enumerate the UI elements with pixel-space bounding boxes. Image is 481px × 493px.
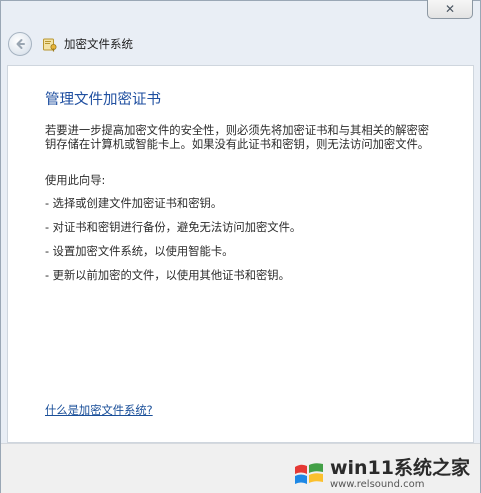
watermark-url: www.relsound.com	[329, 478, 425, 490]
description-text: 若要进一步提高加密文件的安全性，则必须先将加密证书和与其相关的解密密钥存储在计算…	[45, 124, 430, 151]
close-icon: ✕	[444, 1, 456, 16]
help-link[interactable]: 什么是加密文件系统?	[45, 402, 153, 418]
window-title: 加密文件系统	[64, 37, 133, 51]
navigation-bar: 加密文件系统	[8, 31, 133, 57]
watermark-title: win11系统之家	[329, 456, 470, 479]
certificate-key-icon	[42, 36, 58, 52]
list-item: - 设置加密文件系统，以使用智能卡。	[45, 245, 234, 258]
close-button[interactable]: ✕	[427, 0, 473, 19]
arrow-left-icon	[16, 39, 25, 49]
wizard-window: ✕ 加密文件系统 管理文件加密证书 若要进一步提高加密文件的安全性，则必须先将加…	[0, 0, 481, 493]
list-item: - 对证书和密钥进行备份，避免无法访问加密文件。	[45, 221, 302, 234]
page-title: 管理文件加密证书	[45, 92, 161, 108]
watermark: win11系统之家 www.relsound.com	[292, 457, 470, 491]
list-item: - 更新以前加密的文件，以使用其他证书和密钥。	[45, 269, 290, 282]
windows-logo-icon	[294, 463, 323, 484]
content-panel: 管理文件加密证书 若要进一步提高加密文件的安全性，则必须先将加密证书和与其相关的…	[7, 65, 474, 443]
guide-label: 使用此向导:	[45, 174, 106, 187]
list-item: - 选择或创建文件加密证书和密钥。	[45, 197, 223, 210]
back-button[interactable]	[8, 32, 32, 56]
footer-bar: win11系统之家 www.relsound.com	[1, 443, 480, 493]
